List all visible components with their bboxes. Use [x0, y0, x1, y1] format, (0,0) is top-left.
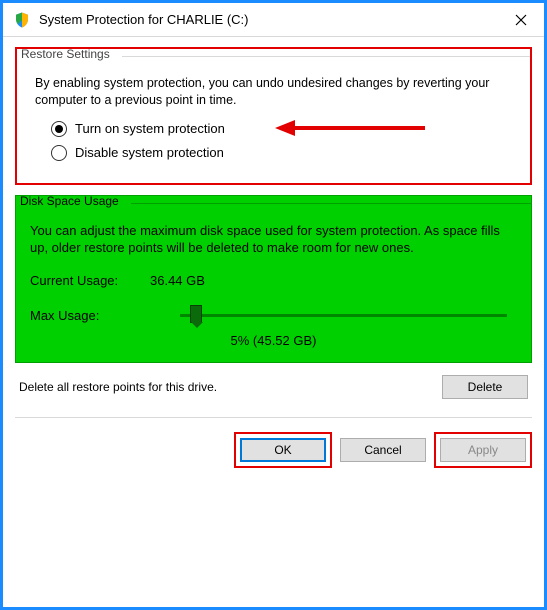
disk-group-label: Disk Space Usage	[20, 194, 125, 208]
disk-description: You can adjust the maximum disk space us…	[30, 222, 517, 257]
current-usage-row: Current Usage: 36.44 GB	[30, 273, 517, 288]
titlebar: System Protection for CHARLIE (C:)	[3, 3, 544, 37]
close-icon	[515, 14, 527, 26]
current-usage-value: 36.44 GB	[150, 273, 205, 288]
radio-label: Disable system protection	[75, 145, 224, 160]
dialog-content: Restore Settings By enabling system prot…	[3, 37, 544, 418]
delete-button[interactable]: Delete	[442, 375, 528, 399]
radio-label: Turn on system protection	[75, 121, 225, 136]
cancel-button[interactable]: Cancel	[340, 438, 426, 462]
shield-icon	[13, 11, 31, 29]
radio-turn-on-protection[interactable]: Turn on system protection	[51, 121, 518, 137]
max-usage-label: Max Usage:	[30, 308, 150, 323]
current-usage-label: Current Usage:	[30, 273, 150, 288]
max-usage-slider[interactable]	[180, 314, 507, 317]
apply-button[interactable]: Apply	[440, 438, 526, 462]
delete-description: Delete all restore points for this drive…	[19, 380, 217, 394]
slider-thumb-icon	[190, 305, 202, 323]
delete-row: Delete all restore points for this drive…	[19, 375, 528, 399]
restore-group-label: Restore Settings	[21, 47, 116, 61]
restore-settings-group: Restore Settings By enabling system prot…	[15, 47, 532, 185]
window-title: System Protection for CHARLIE (C:)	[39, 12, 498, 27]
divider	[15, 417, 532, 418]
ok-button[interactable]: OK	[240, 438, 326, 462]
restore-description: By enabling system protection, you can u…	[35, 75, 512, 109]
radio-icon	[51, 121, 67, 137]
close-button[interactable]	[498, 3, 544, 37]
dialog-footer: OK Cancel Apply	[3, 428, 544, 480]
slider-value-text: 5% (45.52 GB)	[30, 333, 517, 348]
radio-icon	[51, 145, 67, 161]
radio-disable-protection[interactable]: Disable system protection	[51, 145, 518, 161]
disk-space-usage-group: Disk Space Usage You can adjust the maxi…	[15, 195, 532, 363]
